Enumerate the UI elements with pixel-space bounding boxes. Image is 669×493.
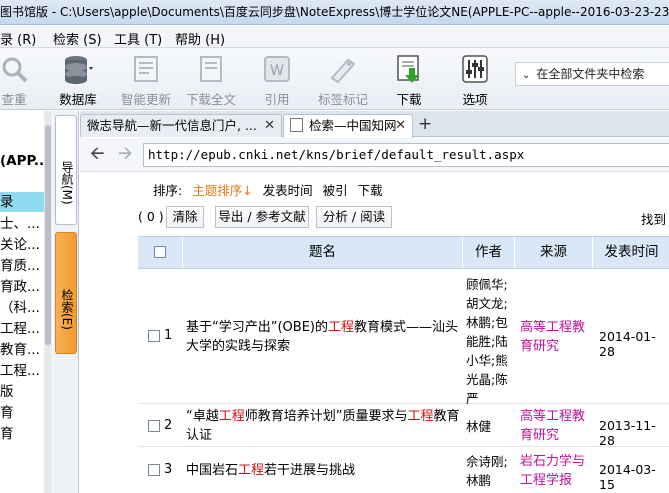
main-toolbar: 查重 数据库 智能更新 下载全文 W 引用 标签标记 下载 选项 ⌄ 在全部文件… — [0, 48, 669, 110]
menu-item-help[interactable]: 帮助 (H) — [175, 29, 225, 48]
cite-button[interactable]: W 引用 — [247, 54, 307, 108]
sort-downloads[interactable]: 下载 — [358, 183, 383, 198]
options-button[interactable]: 选项 — [445, 54, 505, 108]
column-title[interactable]: 题名 — [182, 237, 462, 268]
result-source[interactable]: 高等工程教育研究 — [520, 318, 590, 356]
clear-button[interactable]: 清除 — [166, 206, 204, 228]
result-title-link[interactable]: 中国岩石工程若干进展与挑战 — [186, 461, 462, 480]
new-tab-button[interactable]: + — [418, 114, 432, 134]
window-title-bar: 图书馆版 - C:\Users\apple\Documents\百度云同步盘\N… — [0, 0, 669, 25]
sort-date[interactable]: 发表时间 — [263, 183, 313, 198]
menu-item-search[interactable]: 检索 (S) — [53, 29, 102, 48]
selected-count: ( 0 ) — [138, 209, 164, 224]
browser-tab-bar: 微志导航—新一代信息门户, ... ✕ 检索—中国知网 ✕ + — [80, 111, 669, 138]
result-date: 2013-11-28 — [599, 418, 656, 448]
tab-search[interactable]: 检索(E) — [55, 232, 77, 354]
row-number: 3 — [164, 462, 173, 477]
result-date: 2014-03-15 — [599, 462, 656, 492]
download-fulltext-button[interactable]: 下载全文 — [181, 54, 241, 108]
row-checkbox[interactable] — [148, 330, 160, 346]
tab-browse[interactable]: 导航(M) — [55, 115, 77, 225]
tag-icon — [328, 54, 358, 84]
database-button[interactable]: 数据库 — [48, 54, 108, 108]
browser-tab-cnki[interactable]: 检索—中国知网 ✕ — [283, 114, 413, 138]
folder-tree-panel: (APP... 录 士、... 关论... 育质... 育政... （科... … — [0, 111, 52, 493]
row-checkbox[interactable] — [148, 420, 160, 436]
back-arrow-icon[interactable]: 🡨 — [90, 143, 105, 165]
address-bar: 🡨 🡪 http://epub.cnki.net/kns/brief/defau… — [80, 138, 669, 172]
sort-topic[interactable]: 主题排序↓ — [192, 183, 252, 198]
search-scope-dropdown[interactable]: ⌄ 在全部文件夹中检索 — [515, 62, 669, 86]
column-source[interactable]: 来源 — [514, 237, 592, 268]
row-number: 1 — [164, 328, 173, 343]
result-authors[interactable]: 佘诗刚;林鹏 — [466, 452, 512, 490]
options-icon — [460, 54, 490, 84]
window-title: 图书馆版 - C:\Users\apple\Documents\百度云同步盘\N… — [0, 5, 669, 19]
result-date: 2014-01-28 — [599, 329, 656, 359]
download-button[interactable]: 下载 — [379, 54, 439, 108]
smart-update-button[interactable]: 智能更新 — [116, 54, 176, 108]
checkbox[interactable] — [154, 246, 166, 258]
browser-tab-portal[interactable]: 微志导航—新一代信息门户, ... ✕ — [80, 114, 282, 137]
table-row[interactable]: 3 中国岩石工程若干进展与挑战 佘诗刚;林鹏 岩石力学与工程学报 2014-03… — [138, 448, 669, 493]
close-icon[interactable]: ✕ — [264, 115, 275, 136]
result-title-link[interactable]: “卓越工程师教育培养计划”质量要求与工程教育认证 — [186, 407, 462, 445]
column-date[interactable]: 发表时间 — [592, 237, 669, 268]
url-input[interactable]: http://epub.cnki.net/kns/brief/default_r… — [143, 143, 669, 167]
download-icon — [394, 54, 424, 84]
find-duplicates-icon — [0, 54, 29, 84]
result-authors[interactable]: 顾佩华;胡文龙;林鹏;包能胜;陆小华;熊光晶;陈严 — [466, 275, 512, 408]
chevron-down-icon: ⌄ — [522, 70, 531, 81]
cite-icon: W — [262, 54, 292, 84]
analyze-read-button[interactable]: 分析 / 阅读 — [316, 206, 392, 228]
page-icon — [290, 118, 303, 132]
vertical-tab-strip: 导航(M) 检索(E) — [53, 111, 79, 493]
export-references-button[interactable]: 导出 / 参考文献 — [215, 206, 309, 228]
results-action-row: ( 0 ) 清除 导出 / 参考文献 分析 / 阅读 找到 — [138, 205, 669, 229]
menu-item-tools[interactable]: 工具 (T) — [114, 29, 162, 48]
table-row[interactable]: 1 基于“学习产出”(OBE)的工程教育模式——汕头大学的实践与探索 顾佩华;胡… — [138, 270, 669, 406]
smart-update-icon — [131, 54, 161, 84]
menu-item-record[interactable]: 录 (R) — [0, 29, 36, 48]
table-row[interactable]: 2 “卓越工程师教育培养计划”质量要求与工程教育认证 林健 高等工程教育研究 2… — [138, 404, 669, 448]
menu-bar: 录 (R) 检索 (S) 工具 (T) 帮助 (H) — [0, 25, 669, 48]
result-source[interactable]: 高等工程教育研究 — [520, 407, 590, 445]
results-table-header: 题名 作者 来源 发表时间 — [138, 236, 669, 269]
result-title-link[interactable]: 基于“学习产出”(OBE)的工程教育模式——汕头大学的实践与探索 — [186, 318, 462, 356]
download-fulltext-icon — [196, 54, 226, 84]
sidebar-scrollbar-thumb[interactable] — [45, 125, 51, 345]
row-checkbox[interactable] — [148, 464, 160, 480]
find-duplicates-button[interactable]: 查重 — [0, 54, 44, 108]
sort-row: 排序: 主题排序↓ 发表时间 被引 下载 — [153, 180, 389, 199]
column-author[interactable]: 作者 — [462, 237, 514, 268]
tag-button[interactable]: 标签标记 — [313, 54, 373, 108]
database-icon — [63, 54, 93, 84]
sort-label: 排序: — [153, 183, 183, 198]
svg-text:W: W — [270, 63, 284, 79]
sort-cited[interactable]: 被引 — [323, 183, 348, 198]
row-number: 2 — [164, 418, 173, 433]
close-icon[interactable]: ✕ — [395, 115, 406, 136]
result-source[interactable]: 岩石力学与工程学报 — [520, 452, 590, 490]
forward-arrow-icon[interactable]: 🡪 — [118, 143, 133, 165]
search-results-page: 排序: 主题排序↓ 发表时间 被引 下载 ( 0 ) 清除 导出 / 参考文献 … — [80, 172, 669, 493]
result-authors[interactable]: 林健 — [466, 417, 512, 436]
found-label: 找到 — [641, 212, 667, 227]
select-all-checkbox[interactable] — [138, 237, 182, 268]
